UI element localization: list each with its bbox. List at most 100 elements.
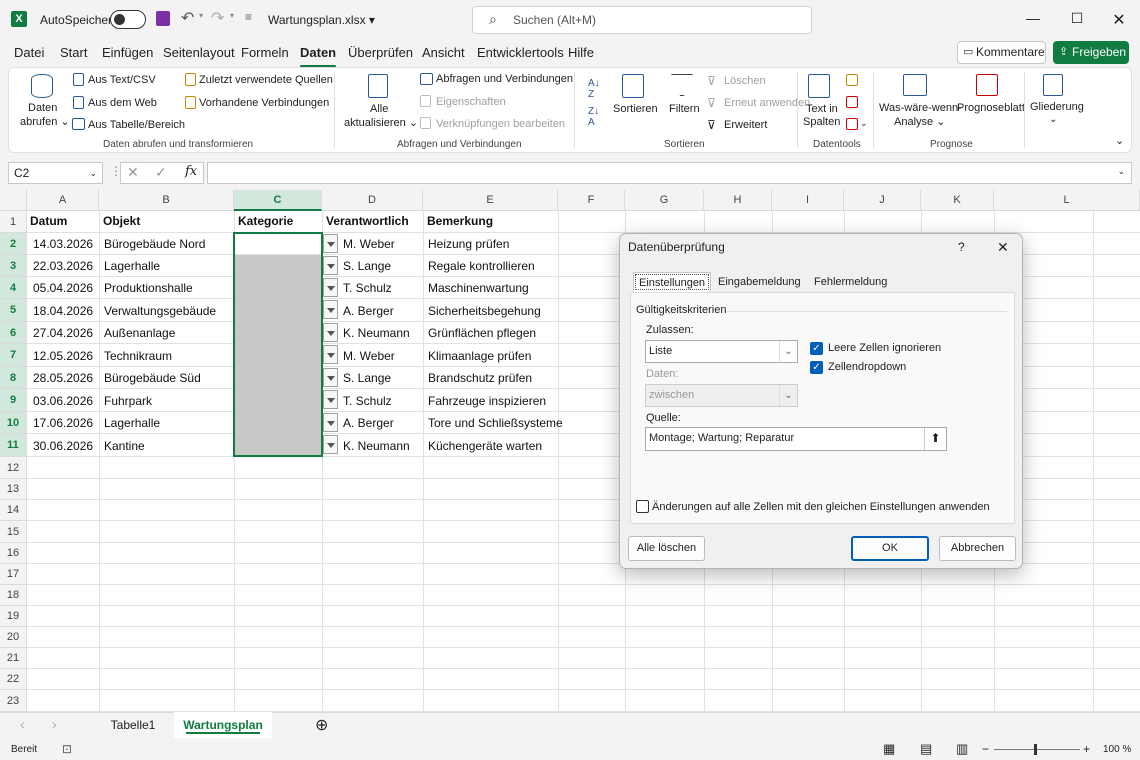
- row-header[interactable]: 3: [0, 255, 27, 277]
- queries-connections-button[interactable]: Abfragen und Verbindungen: [436, 73, 573, 85]
- row-header[interactable]: 15: [0, 521, 27, 543]
- maximize-icon[interactable]: ☐: [1062, 10, 1092, 28]
- cancel-button[interactable]: Abbrechen: [939, 536, 1016, 561]
- row-header[interactable]: 6: [0, 322, 27, 344]
- row-header[interactable]: 11: [0, 434, 27, 457]
- table-cell-verantwortlich[interactable]: A. Berger: [343, 304, 394, 318]
- column-header-H[interactable]: H: [704, 190, 772, 211]
- cell-dropdown-icon[interactable]: [323, 256, 338, 275]
- source-input[interactable]: Montage; Wartung; Reparatur ⬆: [645, 427, 947, 451]
- insert-function-icon[interactable]: fx: [185, 164, 197, 179]
- page-layout-icon[interactable]: ▤: [920, 741, 932, 757]
- properties-button[interactable]: Eigenschaften: [436, 96, 506, 108]
- cell-dropdown-icon[interactable]: [323, 390, 338, 409]
- row-header[interactable]: 13: [0, 479, 27, 500]
- table-cell-bemerkung[interactable]: Grünflächen pflegen: [428, 326, 536, 340]
- header-datum[interactable]: Datum: [30, 214, 67, 228]
- search-box[interactable]: ⌕ Suchen (Alt+M): [472, 6, 812, 34]
- dialog-help-button[interactable]: ?: [958, 240, 965, 254]
- table-cell-bemerkung[interactable]: Klimaanlage prüfen: [428, 349, 531, 363]
- table-cell-datum[interactable]: 17.06.2026: [33, 416, 93, 430]
- row-header[interactable]: 8: [0, 367, 27, 389]
- tab-fehlermeldung[interactable]: Fehlermeldung: [809, 272, 892, 292]
- remove-duplicates-icon[interactable]: [846, 96, 858, 108]
- row-header[interactable]: 19: [0, 606, 27, 627]
- table-cell-objekt[interactable]: Verwaltungsgebäude: [104, 304, 216, 318]
- what-if-label-2[interactable]: Analyse ⌄: [894, 115, 945, 128]
- name-box[interactable]: C2 ⌄: [8, 162, 103, 184]
- table-cell-verantwortlich[interactable]: K. Neumann: [343, 439, 410, 453]
- normal-view-icon[interactable]: ▦: [883, 741, 895, 757]
- cell-dropdown-icon[interactable]: [323, 300, 338, 319]
- data-select[interactable]: zwischen ⌄: [645, 384, 798, 407]
- table-cell-objekt[interactable]: Bürogebäude Nord: [104, 237, 205, 251]
- table-cell-verantwortlich[interactable]: M. Weber: [343, 349, 395, 363]
- enter-icon[interactable]: ✓: [155, 164, 167, 181]
- column-header-F[interactable]: F: [558, 190, 625, 211]
- menu-entwicklertools[interactable]: Entwicklertools: [477, 45, 564, 60]
- redo-icon[interactable]: ↷: [211, 8, 224, 28]
- column-header-E[interactable]: E: [423, 190, 558, 211]
- table-cell-bemerkung[interactable]: Heizung prüfen: [428, 237, 509, 251]
- existing-connections-button[interactable]: Vorhandene Verbindungen: [199, 97, 329, 109]
- table-cell-bemerkung[interactable]: Brandschutz prüfen: [428, 371, 532, 385]
- row-header[interactable]: 10: [0, 412, 27, 434]
- menu-hilfe[interactable]: Hilfe: [568, 45, 594, 60]
- table-cell-datum[interactable]: 22.03.2026: [33, 259, 93, 273]
- column-header-D[interactable]: D: [322, 190, 423, 211]
- autosave-toggle[interactable]: [110, 10, 146, 29]
- menu-ueberpruefen[interactable]: Überprüfen: [348, 45, 413, 60]
- edit-links-button[interactable]: Verknüpfungen bearbeiten: [436, 118, 565, 130]
- table-cell-verantwortlich[interactable]: S. Lange: [343, 259, 391, 273]
- zoom-slider[interactable]: [994, 749, 1080, 750]
- table-cell-datum[interactable]: 18.04.2026: [33, 304, 93, 318]
- cell-dropdown-icon[interactable]: [323, 345, 338, 364]
- sheet-tab-wartungsplan[interactable]: Wartungsplan: [174, 712, 272, 738]
- data-validation-dropdown-icon[interactable]: ⌄: [860, 118, 868, 129]
- header-objekt[interactable]: Objekt: [103, 214, 140, 228]
- column-header-A[interactable]: A: [27, 190, 99, 211]
- zoom-slider-thumb[interactable]: [1034, 744, 1037, 755]
- row-header[interactable]: 21: [0, 648, 27, 669]
- column-header-B[interactable]: B: [99, 190, 234, 211]
- collapse-ribbon-icon[interactable]: ⌄: [1115, 134, 1124, 147]
- row-header[interactable]: 9: [0, 389, 27, 412]
- column-header-J[interactable]: J: [844, 190, 921, 211]
- undo-dropdown-icon[interactable]: ▾: [199, 11, 203, 20]
- table-cell-bemerkung[interactable]: Regale kontrollieren: [428, 259, 535, 273]
- row-header[interactable]: 1: [0, 211, 27, 233]
- clear-all-button[interactable]: Alle löschen: [628, 536, 705, 561]
- row-header[interactable]: 22: [0, 669, 27, 690]
- table-cell-bemerkung[interactable]: Sicherheitsbegehung: [428, 304, 541, 318]
- from-web-button[interactable]: Aus dem Web: [88, 97, 157, 109]
- column-header-C[interactable]: C: [234, 190, 322, 211]
- outline-dropdown-icon[interactable]: ⌄: [1049, 114, 1057, 125]
- minimize-icon[interactable]: —: [1018, 10, 1048, 28]
- refresh-all-label-2[interactable]: aktualisieren ⌄: [344, 116, 418, 129]
- table-cell-objekt[interactable]: Kantine: [104, 439, 145, 453]
- cell-dropdown-icon[interactable]: [323, 323, 338, 342]
- menu-einfuegen[interactable]: Einfügen: [102, 45, 153, 60]
- table-cell-datum[interactable]: 27.04.2026: [33, 326, 93, 340]
- tab-eingabemeldung[interactable]: Eingabemeldung: [713, 272, 806, 292]
- menu-ansicht[interactable]: Ansicht: [422, 45, 465, 60]
- undo-icon[interactable]: ↶: [181, 8, 194, 28]
- table-cell-objekt[interactable]: Technikraum: [104, 349, 172, 363]
- file-name[interactable]: Wartungsplan.xlsx ▾: [268, 13, 375, 27]
- row-header[interactable]: 20: [0, 627, 27, 648]
- table-cell-verantwortlich[interactable]: S. Lange: [343, 371, 391, 385]
- row-header[interactable]: 4: [0, 277, 27, 299]
- scroll-right-icon[interactable]: ›: [52, 716, 57, 732]
- menu-start[interactable]: Start: [60, 45, 87, 60]
- table-cell-objekt[interactable]: Lagerhalle: [104, 259, 160, 273]
- ok-button[interactable]: OK: [851, 536, 929, 561]
- table-cell-verantwortlich[interactable]: A. Berger: [343, 416, 394, 430]
- sort-za-icon[interactable]: Z↓ A: [588, 106, 599, 128]
- refresh-all-label-1[interactable]: Alle: [370, 103, 388, 115]
- table-cell-objekt[interactable]: Außenanlage: [104, 326, 175, 340]
- add-sheet-icon[interactable]: ⊕: [315, 715, 328, 735]
- outline-button[interactable]: Gliederung: [1030, 101, 1084, 113]
- table-cell-datum[interactable]: 28.05.2026: [33, 371, 93, 385]
- sheet-tab-tabelle1[interactable]: Tabelle1: [98, 712, 168, 738]
- get-data-label-2[interactable]: abrufen ⌄: [20, 115, 70, 128]
